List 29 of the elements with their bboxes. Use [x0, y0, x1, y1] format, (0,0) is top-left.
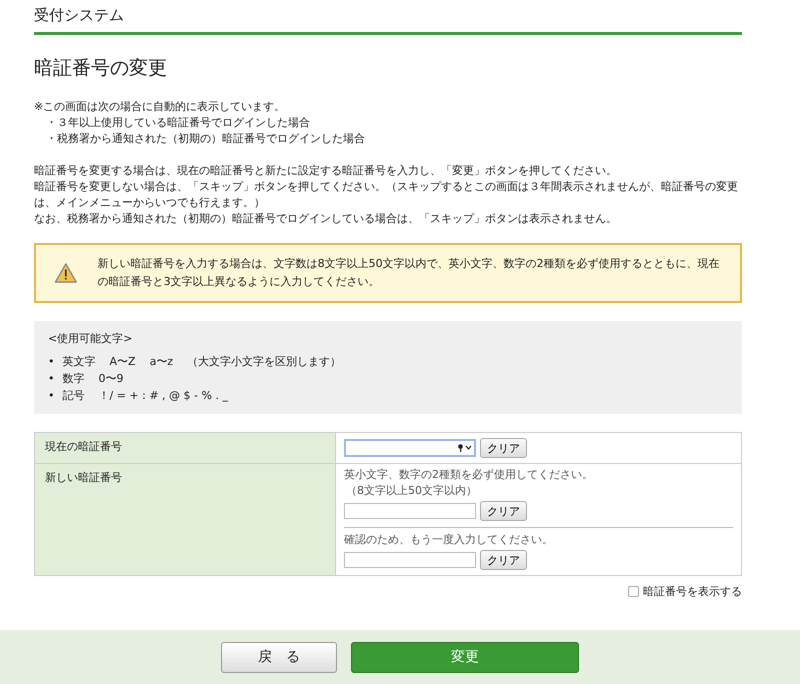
- charset-heading: <使用可能文字>: [48, 331, 134, 347]
- key-icon[interactable]: [458, 444, 472, 452]
- show-password-checkbox[interactable]: [628, 586, 639, 597]
- password-field[interactable]: [344, 439, 476, 457]
- clear-button[interactable]: クリア: [480, 438, 527, 458]
- clear-button[interactable]: クリア: [480, 550, 527, 570]
- field-note: （8文字以上50文字以内）: [345, 483, 478, 499]
- intro-bullet: ・３年以上使用している暗証番号でログインした場合: [45, 115, 311, 131]
- charset-item: • 英文字 A〜Z a〜z （大文字小文字を区別します）: [48, 354, 342, 370]
- password-field[interactable]: [344, 503, 476, 519]
- instruction-text: 暗証番号を変更する場合は、現在の暗証番号と新たに設定する暗証番号を入力し、「変更」ボタンを押してください。: [34, 163, 618, 179]
- charset-item: • 数字 0〜9: [48, 371, 124, 387]
- back-button[interactable]: 戻 る: [221, 642, 337, 672]
- row-label: 新しい暗証番号: [34, 464, 336, 576]
- system-title: 受付システム: [34, 0, 742, 35]
- change-button[interactable]: 変更: [351, 642, 579, 672]
- field-hint: 確認のため、もう一度入力してください。: [344, 532, 554, 548]
- intro-bullet: ・税務署から通知された（初期の）暗証番号でログインした場合: [45, 131, 366, 147]
- page-title: 暗証番号の変更: [34, 56, 168, 81]
- instruction-text: なお、税務署から通知された（初期の）暗証番号でログインしている場合は、「スキップ」ボタンは表示されません。: [34, 211, 618, 227]
- password-field[interactable]: [344, 552, 476, 568]
- row-label: 現在の暗証番号: [34, 432, 336, 464]
- warning-text: 新しい暗証番号を入力する場合は、文字数は8文字以上50文字以内で、英小文字、数字の2種類を必ず使用するとともに、現在の暗証番号と3文字以上異なるように入力してください。: [98, 256, 721, 290]
- clear-button[interactable]: クリア: [480, 501, 527, 521]
- intro-text: ※この画面は次の場合に自動的に表示しています。: [34, 99, 286, 115]
- charset-item: • 記号 ！/ = + : # , @ $ - % . _: [48, 388, 230, 404]
- show-password-label[interactable]: 暗証番号を表示する: [643, 584, 742, 599]
- instruction-text: 暗証番号を変更しない場合は、「スキップ」ボタンを押してください。（スキップするとこの画面は３年間表示されませんが、暗証番号の変更は、メインメニューからいつでも行えます。）: [34, 179, 739, 211]
- field-hint: 英小文字、数字の2種類を必ず使用してください。: [344, 467, 594, 483]
